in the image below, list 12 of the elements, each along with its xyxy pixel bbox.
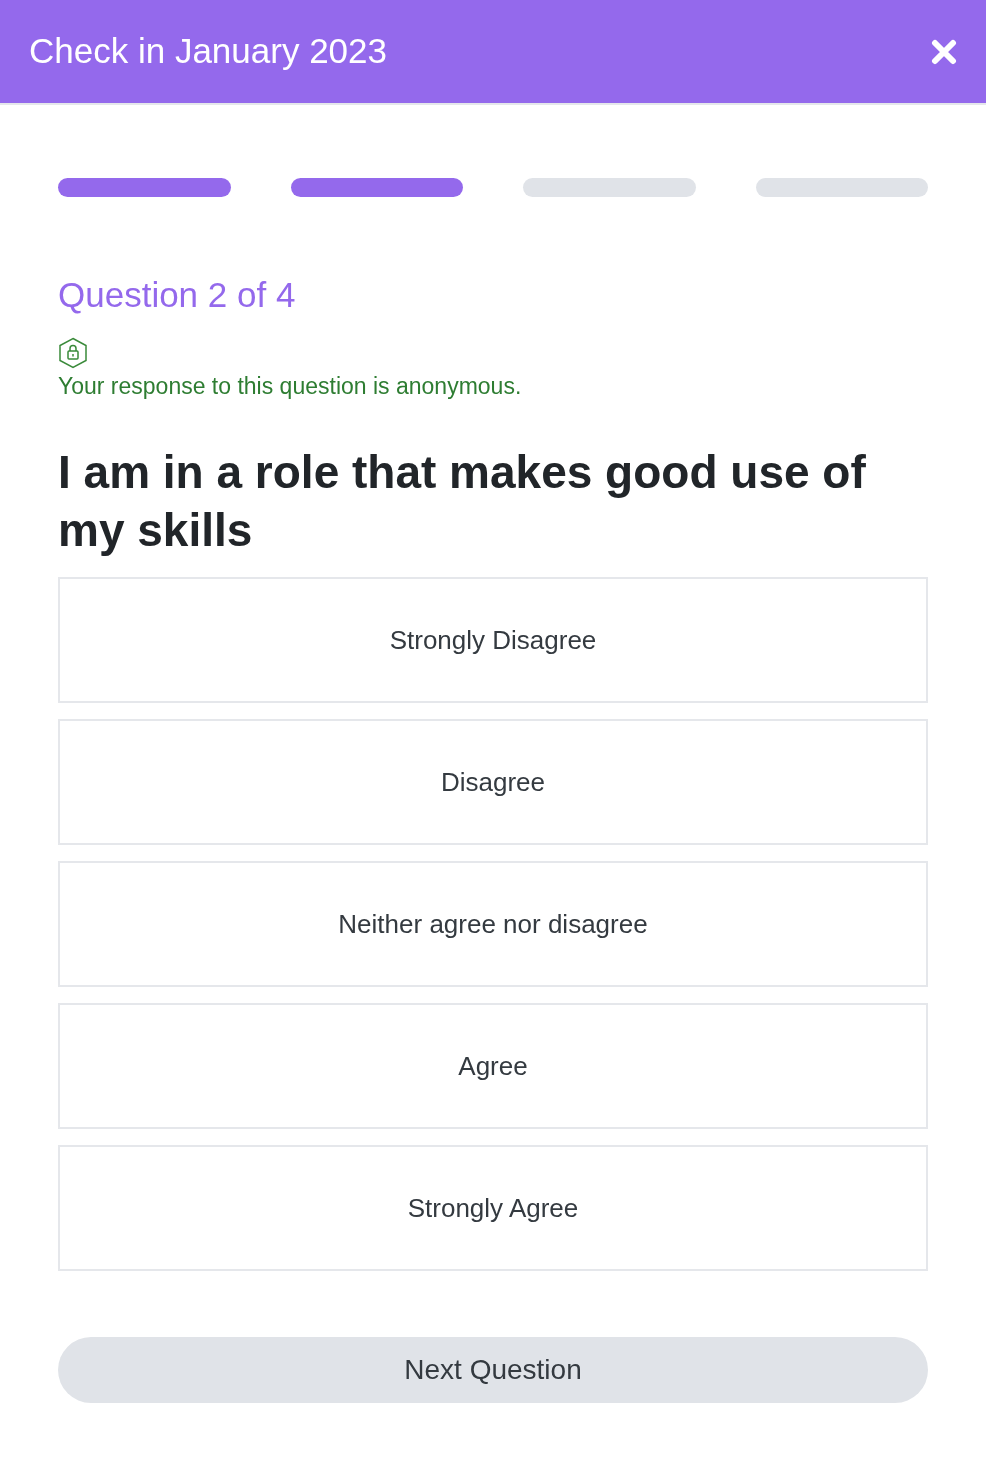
close-button[interactable] [930, 37, 958, 66]
answer-option[interactable]: Neither agree nor disagree [58, 861, 928, 987]
answer-option[interactable]: Agree [58, 1003, 928, 1129]
answer-option[interactable]: Strongly Agree [58, 1145, 928, 1271]
question-text: I am in a role that makes good use of my skills [58, 445, 867, 558]
lock-icon [58, 337, 88, 369]
answer-option[interactable]: Strongly Disagree [58, 577, 928, 703]
dialog-title: Check in January 2023 [29, 30, 387, 73]
close-icon [931, 38, 957, 65]
privacy-note: Your response to this question is anonymous. [58, 372, 523, 401]
answer-option[interactable]: Disagree [58, 719, 928, 845]
question-counter: Question 2 of 4 [58, 274, 297, 316]
